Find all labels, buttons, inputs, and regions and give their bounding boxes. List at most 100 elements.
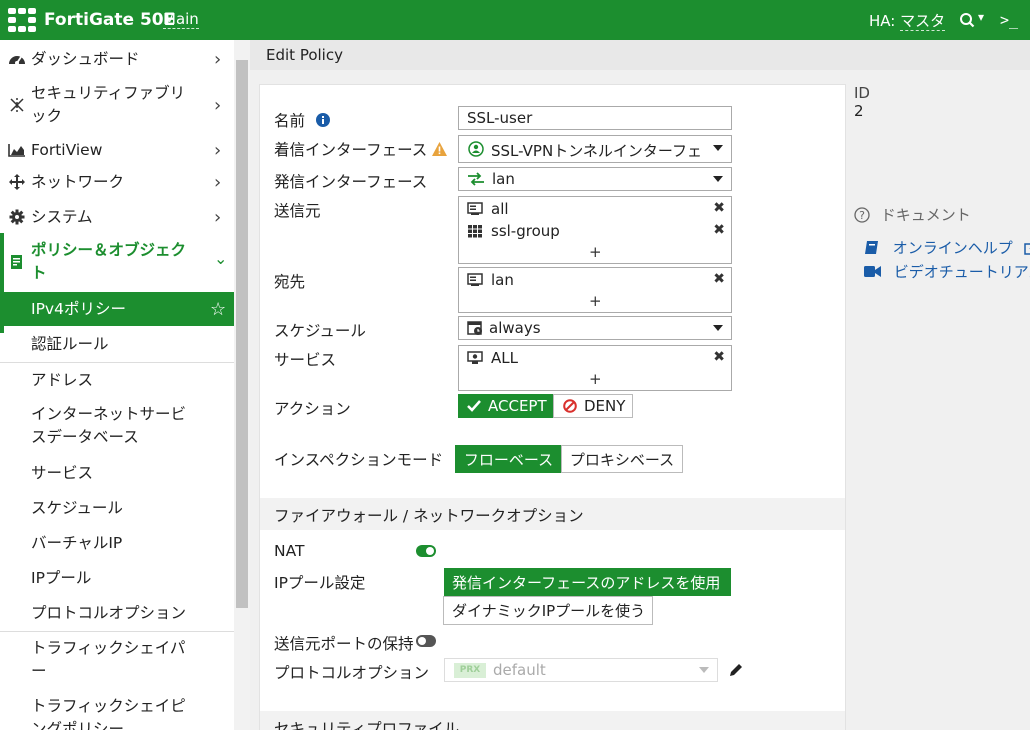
incoming-interface-label: 着信インターフェース xyxy=(274,138,448,160)
address-icon xyxy=(467,273,483,286)
remove-destination-lan-button[interactable]: ✖ xyxy=(713,271,725,287)
sidebar-item-traffic-shapers[interactable]: トラフィックシェイパー xyxy=(0,636,234,684)
vdom-selector[interactable]: Main xyxy=(163,10,199,29)
user-group-icon xyxy=(468,225,482,238)
dropdown-caret-icon xyxy=(713,145,723,151)
remove-service-all-button[interactable]: ✖ xyxy=(713,349,725,365)
sidebar-item-protocol-options[interactable]: プロトコルオプション xyxy=(0,600,234,626)
favorite-star-icon[interactable]: ☆ xyxy=(210,299,226,320)
interface-arrows-icon xyxy=(468,172,484,186)
inspection-proxy-based-button[interactable]: プロキシベース xyxy=(561,445,683,473)
add-destination-button[interactable]: + xyxy=(589,292,602,310)
search-caret-icon: ▾ xyxy=(978,10,985,24)
service-entry-all[interactable]: ALL xyxy=(467,348,518,368)
inspection-mode-label: インスペクションモード xyxy=(274,451,444,469)
schedule-select[interactable]: always xyxy=(458,316,732,340)
sidebar-item-traffic-shaping-policy[interactable]: トラフィックシェイピングポリシー xyxy=(0,694,234,730)
inspection-flow-based-button[interactable]: フローベース xyxy=(455,445,562,473)
sidebar-item-label: IPv4ポリシー xyxy=(31,299,126,318)
video-tutorials-link[interactable]: ビデオチュートリアル xyxy=(864,261,1030,282)
chevron-down-icon: ⌄ xyxy=(214,249,228,268)
nat-toggle[interactable] xyxy=(416,545,436,557)
sidebar-item-label: 認証ルール xyxy=(31,334,109,353)
video-camera-icon xyxy=(864,266,881,277)
destination-entry-lan[interactable]: lan xyxy=(467,270,514,290)
sidebar-item-security-fabric[interactable]: セキュリティファブリック › xyxy=(0,80,234,130)
book-icon xyxy=(865,241,878,254)
ha-status[interactable]: HA: マスタ xyxy=(869,10,946,31)
incoming-interface-value: SSL-VPNトンネルインターフェース xyxy=(491,142,701,160)
sidebar-item-dashboard[interactable]: ダッシュボード › xyxy=(0,44,234,74)
source-entry-ssl-group[interactable]: ssl-group xyxy=(467,221,560,241)
chart-icon xyxy=(8,141,26,159)
destination-label: 宛先 xyxy=(274,273,306,291)
sidebar-item-label: プロトコルオプション xyxy=(31,603,187,622)
sidebar-item-schedules[interactable]: スケジュール xyxy=(0,495,234,521)
search-button[interactable]: ▾ xyxy=(958,8,990,32)
sidebar-item-label: IPプール xyxy=(31,568,92,587)
network-icon xyxy=(8,173,26,191)
protocol-options-select[interactable]: PRX default xyxy=(444,658,718,682)
remove-source-all-button[interactable]: ✖ xyxy=(713,200,725,216)
proxy-badge: PRX xyxy=(454,663,486,678)
edit-pencil-icon[interactable] xyxy=(728,662,744,678)
sidebar-item-virtual-ips[interactable]: バーチャルIP xyxy=(0,530,234,556)
source-entry-all[interactable]: all xyxy=(467,199,509,219)
help-circle-icon: ? xyxy=(854,207,870,223)
sidebar-item-services[interactable]: サービス xyxy=(0,460,234,486)
incoming-interface-select[interactable]: SSL-VPNトンネルインターフェース xyxy=(458,135,732,163)
online-help-link[interactable]: オンラインヘルプ xyxy=(864,237,1030,258)
service-label: サービス xyxy=(274,351,337,369)
destination-field[interactable]: lan ✖ + xyxy=(458,267,732,313)
sidebar-item-auth-rules[interactable]: 認証ルール xyxy=(0,331,234,357)
sidebar-item-label: トラフィックシェイパー xyxy=(31,639,186,680)
sidebar-item-label: システム xyxy=(31,207,93,226)
sidebar-item-fortiview[interactable]: FortiView › xyxy=(0,137,234,163)
info-icon[interactable] xyxy=(315,113,330,127)
add-source-button[interactable]: + xyxy=(589,243,602,261)
name-input[interactable]: SSL-user xyxy=(458,106,732,130)
sidebar-item-network[interactable]: ネットワーク › xyxy=(0,168,234,196)
dropdown-caret-icon xyxy=(699,667,709,673)
sidebar-item-ipv4-policy[interactable]: IPv4ポリシー ☆ xyxy=(0,292,234,326)
deny-label: DENY xyxy=(584,397,626,415)
remove-source-ssl-group-button[interactable]: ✖ xyxy=(713,222,725,238)
chevron-right-icon: › xyxy=(214,171,222,193)
service-field[interactable]: ALL ✖ + xyxy=(458,345,732,391)
page-header: Edit Policy xyxy=(250,40,1030,70)
preserve-source-port-toggle[interactable] xyxy=(416,635,436,647)
fortinet-logo-icon xyxy=(8,8,36,32)
outgoing-interface-select[interactable]: lan xyxy=(458,167,732,191)
sidebar-scrollbar-thumb[interactable] xyxy=(236,60,248,608)
ssl-vpn-icon xyxy=(468,141,484,157)
schedule-icon xyxy=(467,321,482,335)
policy-id: ID 2 xyxy=(854,84,870,120)
action-accept-button[interactable]: ACCEPT xyxy=(458,394,553,418)
sidebar-item-ip-pools[interactable]: IPプール xyxy=(0,565,234,591)
source-field[interactable]: all ✖ ssl-group ✖ + xyxy=(458,196,732,264)
chevron-right-icon: › xyxy=(214,139,222,161)
sidebar-item-label: サービス xyxy=(31,463,94,482)
add-service-button[interactable]: + xyxy=(589,370,602,388)
sidebar-item-label: インターネットサービスデータベース xyxy=(31,405,187,446)
id-value: 2 xyxy=(854,102,864,120)
cli-console-button[interactable]: >_ xyxy=(1000,8,1024,32)
page-title: Edit Policy xyxy=(266,46,343,64)
action-deny-button[interactable]: DENY xyxy=(553,394,633,418)
sidebar-item-policy-objects[interactable]: ポリシー＆オブジェクト ⌄ xyxy=(0,237,234,287)
protocol-options-label: プロトコルオプション xyxy=(274,664,430,682)
sidebar-item-system[interactable]: システム › xyxy=(0,203,234,231)
check-icon xyxy=(467,400,481,412)
schedule-label: スケジュール xyxy=(274,322,366,340)
ip-pool-use-outgoing-button[interactable]: 発信インターフェースのアドレスを使用 xyxy=(444,568,731,596)
nat-label: NAT xyxy=(274,542,305,560)
sidebar-item-isdb[interactable]: インターネットサービスデータベース xyxy=(0,402,234,450)
preserve-source-port-label: 送信元ポートの保持 xyxy=(274,635,414,653)
firewall-network-section-header: ファイアウォール / ネットワークオプション xyxy=(260,498,845,530)
toggle-knob xyxy=(418,637,426,645)
sidebar-item-addresses[interactable]: アドレス xyxy=(0,367,234,393)
search-icon xyxy=(960,13,975,28)
ip-pool-dynamic-button[interactable]: ダイナミックIPプールを使う xyxy=(443,596,653,625)
chevron-right-icon: › xyxy=(214,48,222,70)
chevron-right-icon: › xyxy=(214,206,222,228)
